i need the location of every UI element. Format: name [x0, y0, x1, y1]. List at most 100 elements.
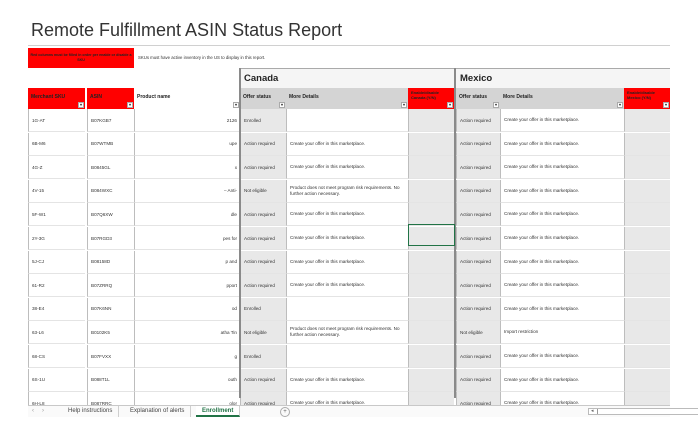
- cell-mexico-more-details[interactable]: Import restriction: [500, 321, 624, 345]
- cell-product-name[interactable]: od: [134, 297, 240, 321]
- cell-canada-enable[interactable]: [408, 109, 454, 132]
- cell-canada-more-details[interactable]: Create your offer in this marketplace.: [286, 156, 408, 180]
- cell-canada-enable[interactable]: [408, 297, 454, 321]
- cell-mexico-more-details[interactable]: Create your offer in this marketplace.: [500, 132, 624, 156]
- cell-canada-offer-status[interactable]: Action required: [240, 227, 286, 250]
- cell-canada-more-details[interactable]: [286, 109, 408, 132]
- cell-mexico-enable[interactable]: [624, 345, 670, 368]
- cell-product-name[interactable]: x: [134, 156, 240, 180]
- cell-canada-more-details[interactable]: Create your offer in this marketplace.: [286, 132, 408, 156]
- cell-mexico-offer-status[interactable]: Action required: [456, 156, 500, 180]
- cell-asin[interactable]: B07WTMB: [87, 132, 134, 156]
- cell-asin[interactable]: B0845GL: [87, 156, 134, 180]
- cell-mexico-more-details[interactable]: Create your offer in this marketplace.: [500, 109, 624, 132]
- cell-merchant-sku[interactable]: 4G-Z: [28, 156, 85, 180]
- cell-product-name[interactable]: g: [134, 345, 240, 368]
- cell-canada-more-details[interactable]: Create your offer in this marketplace.: [286, 203, 408, 227]
- cell-mexico-more-details[interactable]: Create your offer in this marketplace.: [500, 345, 624, 368]
- cell-asin[interactable]: B084WXC: [87, 179, 134, 203]
- cell-merchant-sku[interactable]: 6S-1U: [28, 368, 85, 392]
- cell-mexico-enable[interactable]: [624, 368, 670, 392]
- cell-mexico-offer-status[interactable]: Action required: [456, 368, 500, 392]
- filter-dropdown-icon[interactable]: ▾: [401, 102, 407, 108]
- cell-canada-offer-status[interactable]: Action required: [240, 132, 286, 156]
- cell-mexico-offer-status[interactable]: Action required: [456, 274, 500, 298]
- header-mexico-more-details[interactable]: More Details ▾: [500, 88, 624, 109]
- filter-dropdown-icon[interactable]: ▾: [447, 102, 453, 108]
- cell-product-name[interactable]: outh: [134, 368, 240, 392]
- cell-product-name[interactable]: pes for: [134, 227, 240, 250]
- cell-mexico-offer-status[interactable]: Action required: [456, 179, 500, 203]
- filter-dropdown-icon[interactable]: ▾: [663, 102, 669, 108]
- cell-canada-offer-status[interactable]: Not eligible: [240, 321, 286, 345]
- tab-explanation-of-alerts[interactable]: Explanation of alerts: [124, 406, 192, 417]
- cell-canada-enable[interactable]: [408, 156, 454, 180]
- cell-canada-more-details[interactable]: Create your offer in this marketplace.: [286, 227, 408, 250]
- cell-canada-offer-status[interactable]: Enrolled: [240, 297, 286, 321]
- cell-merchant-sku[interactable]: 68-CS: [28, 345, 85, 368]
- cell-canada-enable[interactable]: [408, 203, 454, 227]
- header-merchant-sku[interactable]: Merchant SKU ▾: [28, 88, 85, 109]
- cell-merchant-sku[interactable]: 38-E4: [28, 297, 85, 321]
- cell-canada-offer-status[interactable]: Action required: [240, 156, 286, 180]
- cell-mexico-offer-status[interactable]: Action required: [456, 109, 500, 132]
- cell-mexico-more-details[interactable]: Create your offer in this marketplace.: [500, 368, 624, 392]
- cell-mexico-offer-status[interactable]: Action required: [456, 250, 500, 274]
- cell-mexico-enable[interactable]: [624, 321, 670, 345]
- cell-canada-more-details[interactable]: [286, 345, 408, 368]
- cell-canada-more-details[interactable]: Create your offer in this marketplace.: [286, 368, 408, 392]
- cell-merchant-sku[interactable]: 5J-CJ: [28, 250, 85, 274]
- cell-mexico-more-details[interactable]: Create your offer in this marketplace.: [500, 297, 624, 321]
- cell-mexico-offer-status[interactable]: Action required: [456, 227, 500, 250]
- cell-mexico-more-details[interactable]: Create your offer in this marketplace.: [500, 274, 624, 298]
- horizontal-scrollbar[interactable]: ◂: [588, 408, 698, 415]
- cell-mexico-enable[interactable]: [624, 203, 670, 227]
- cell-mexico-enable[interactable]: [624, 297, 670, 321]
- cell-canada-offer-status[interactable]: Action required: [240, 274, 286, 298]
- selected-cell[interactable]: [408, 224, 455, 246]
- filter-dropdown-icon[interactable]: ▾: [127, 102, 133, 108]
- cell-mexico-enable[interactable]: [624, 227, 670, 250]
- cell-mexico-offer-status[interactable]: Action required: [456, 132, 500, 156]
- cell-asin[interactable]: B07ZRRQ: [87, 274, 134, 298]
- scroll-left-arrow-icon[interactable]: ‹: [32, 406, 34, 417]
- cell-product-name[interactable]: dle: [134, 203, 240, 227]
- cell-merchant-sku[interactable]: 5F-W1: [28, 203, 85, 227]
- cell-merchant-sku[interactable]: 61-R2: [28, 274, 85, 298]
- cell-canada-more-details[interactable]: [286, 297, 408, 321]
- cell-product-name[interactable]: pport: [134, 274, 240, 298]
- header-canada-offer-status[interactable]: Offer status ▾: [240, 88, 286, 109]
- cell-asin[interactable]: B07KGB7: [87, 109, 134, 132]
- cell-merchant-sku[interactable]: 6B-M6: [28, 132, 85, 156]
- cell-product-name[interactable]: atha Tin: [134, 321, 240, 345]
- cell-canada-offer-status[interactable]: Action required: [240, 368, 286, 392]
- add-sheet-icon[interactable]: +: [280, 407, 290, 417]
- cell-asin[interactable]: B07Q6XW: [87, 203, 134, 227]
- cell-mexico-more-details[interactable]: Create your offer in this marketplace.: [500, 203, 624, 227]
- cell-mexico-more-details[interactable]: Create your offer in this marketplace.: [500, 250, 624, 274]
- cell-asin[interactable]: B088T1L: [87, 368, 134, 392]
- cell-canada-offer-status[interactable]: Action required: [240, 203, 286, 227]
- cell-mexico-enable[interactable]: [624, 274, 670, 298]
- header-product-name[interactable]: Product name ▾: [134, 88, 240, 109]
- cell-mexico-offer-status[interactable]: Action required: [456, 297, 500, 321]
- cell-mexico-enable[interactable]: [624, 109, 670, 132]
- cell-asin[interactable]: B07RGD3: [87, 227, 134, 250]
- cell-product-name[interactable]: 2126: [134, 109, 240, 132]
- header-canada-more-details[interactable]: More Details ▾: [286, 88, 408, 109]
- cell-canada-more-details[interactable]: Create your offer in this marketplace.: [286, 274, 408, 298]
- cell-canada-enable[interactable]: [408, 274, 454, 298]
- cell-merchant-sku[interactable]: 2Y-3G: [28, 227, 85, 250]
- filter-dropdown-icon[interactable]: ▾: [78, 102, 84, 108]
- cell-merchant-sku[interactable]: 1G-AT: [28, 109, 85, 132]
- cell-mexico-enable[interactable]: [624, 179, 670, 203]
- cell-canada-enable[interactable]: [408, 345, 454, 368]
- tab-help-instructions[interactable]: Help instructions: [62, 406, 120, 417]
- filter-dropdown-icon[interactable]: ▾: [493, 102, 499, 108]
- filter-dropdown-icon[interactable]: ▾: [617, 102, 623, 108]
- cell-asin[interactable]: B07K6NN: [87, 297, 134, 321]
- cell-canada-enable[interactable]: [408, 321, 454, 345]
- cell-canada-enable[interactable]: [408, 132, 454, 156]
- header-asin[interactable]: ASIN ▾: [87, 88, 134, 109]
- cell-mexico-more-details[interactable]: Create your offer in this marketplace.: [500, 156, 624, 180]
